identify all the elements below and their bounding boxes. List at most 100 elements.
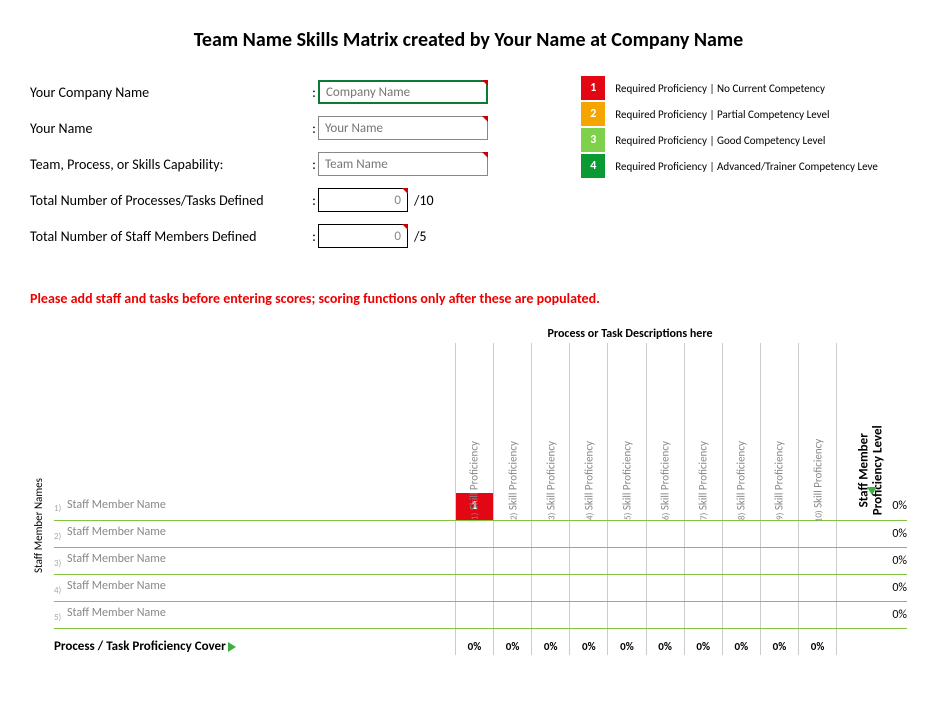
tasks-suffix: /10	[414, 192, 434, 209]
score-cell[interactable]	[760, 601, 798, 628]
skill-column-header[interactable]: 4) Skill Proficiency	[570, 343, 608, 493]
score-cell[interactable]	[799, 601, 837, 628]
skill-column-header[interactable]: 2) Skill Proficiency	[494, 343, 532, 493]
skill-column-header[interactable]: 9) Skill Proficiency	[760, 343, 798, 493]
footer-label: Process / Task Proficiency Cover	[54, 628, 455, 655]
form-column: Your Company Name : Your Name : Team, Pr…	[30, 80, 551, 260]
score-cell[interactable]	[608, 601, 646, 628]
score-cell[interactable]	[494, 574, 532, 601]
score-cell[interactable]	[646, 574, 684, 601]
score-cell[interactable]	[684, 601, 722, 628]
score-cell[interactable]	[722, 574, 760, 601]
score-cell[interactable]	[684, 574, 722, 601]
skill-column-header[interactable]: 6) Skill Proficiency	[646, 343, 684, 493]
score-cell[interactable]	[494, 547, 532, 574]
page-title: Team Name Skills Matrix created by Your …	[30, 28, 907, 52]
company-input[interactable]	[318, 80, 488, 104]
proficiency-level-header: Staff MemberProficiency Level	[837, 343, 907, 493]
column-proficiency-percent: 0%	[494, 628, 532, 655]
score-cell[interactable]	[494, 601, 532, 628]
score-cell[interactable]	[722, 547, 760, 574]
name-label: Your Name	[30, 120, 310, 137]
column-proficiency-percent: 0%	[532, 628, 570, 655]
legend-swatch: 4	[581, 154, 605, 178]
cell-indicator-icon	[482, 116, 488, 122]
score-cell[interactable]	[799, 574, 837, 601]
cell-indicator-icon	[402, 224, 408, 230]
score-cell[interactable]	[570, 547, 608, 574]
score-cell[interactable]	[722, 601, 760, 628]
cell-indicator-icon	[402, 188, 408, 194]
name-input[interactable]	[318, 116, 488, 140]
legend-text: Required Proficiency | No Current Compet…	[615, 82, 825, 95]
staff-row-label[interactable]: 1) Staff Member Name	[54, 493, 455, 520]
row-proficiency-percent: 0%	[837, 601, 907, 628]
score-cell[interactable]	[760, 520, 798, 547]
row-proficiency-percent: 0%	[837, 574, 907, 601]
legend-item: 2 Required Proficiency | Partial Competen…	[581, 102, 907, 126]
company-label: Your Company Name	[30, 84, 310, 101]
legend-text: Required Proficiency | Good Competency L…	[615, 134, 825, 147]
legend-item: 3 Required Proficiency | Good Competency …	[581, 128, 907, 152]
score-cell[interactable]	[760, 547, 798, 574]
score-cell[interactable]	[494, 520, 532, 547]
score-cell[interactable]	[608, 520, 646, 547]
legend-swatch: 3	[581, 128, 605, 152]
staff-count-input[interactable]	[318, 224, 408, 248]
score-cell[interactable]	[532, 601, 570, 628]
score-cell[interactable]	[608, 574, 646, 601]
score-cell[interactable]	[684, 520, 722, 547]
skill-column-header[interactable]: 7) Skill Proficiency	[684, 343, 722, 493]
score-cell[interactable]	[455, 574, 493, 601]
score-cell[interactable]	[608, 547, 646, 574]
skill-column-header[interactable]: 8) Skill Proficiency	[722, 343, 760, 493]
column-proficiency-percent: 0%	[722, 628, 760, 655]
column-proficiency-percent: 0%	[684, 628, 722, 655]
skill-column-header[interactable]: 10) Skill Proficiency	[799, 343, 837, 493]
column-proficiency-percent: 0%	[570, 628, 608, 655]
staff-row-label[interactable]: 5) Staff Member Name	[54, 601, 455, 628]
staff-row-label[interactable]: 4) Staff Member Name	[54, 574, 455, 601]
score-cell[interactable]	[570, 574, 608, 601]
task-descriptions-header: Process or Task Descriptions here	[440, 327, 820, 341]
staff-row-label[interactable]: 2) Staff Member Name	[54, 520, 455, 547]
score-cell[interactable]	[646, 547, 684, 574]
score-cell[interactable]	[532, 520, 570, 547]
score-cell[interactable]	[532, 547, 570, 574]
cell-indicator-icon	[482, 152, 488, 158]
column-proficiency-percent: 0%	[799, 628, 837, 655]
score-cell[interactable]	[532, 574, 570, 601]
skill-column-header[interactable]: 1) Skill Proficiency	[455, 343, 493, 493]
score-cell[interactable]	[570, 601, 608, 628]
skill-column-header[interactable]: 3) Skill Proficiency	[532, 343, 570, 493]
score-cell[interactable]	[722, 520, 760, 547]
score-cell[interactable]	[684, 547, 722, 574]
column-proficiency-percent: 0%	[646, 628, 684, 655]
triangle-right-icon	[228, 642, 236, 652]
score-cell[interactable]	[455, 520, 493, 547]
column-proficiency-percent: 0%	[455, 628, 493, 655]
score-cell[interactable]	[760, 574, 798, 601]
team-input[interactable]	[318, 152, 488, 176]
score-cell[interactable]	[455, 601, 493, 628]
staff-row-label[interactable]: 3) Staff Member Name	[54, 547, 455, 574]
tasks-count-input[interactable]	[318, 188, 408, 212]
column-proficiency-percent: 0%	[608, 628, 646, 655]
score-cell[interactable]	[646, 520, 684, 547]
staff-suffix: /5	[414, 228, 427, 245]
skill-column-header[interactable]: 5) Skill Proficiency	[608, 343, 646, 493]
legend-text: Required Proficiency | Partial Competenc…	[615, 108, 829, 121]
row-proficiency-percent: 0%	[837, 520, 907, 547]
legend-swatch: 1	[581, 76, 605, 100]
skills-matrix-table: 1) Skill Proficiency2) Skill Proficiency…	[54, 343, 907, 655]
score-cell[interactable]	[646, 601, 684, 628]
cell-indicator-icon	[482, 80, 488, 86]
legend-item: 4Required Proficiency | Advanced/Trainer…	[581, 154, 907, 178]
score-cell[interactable]	[455, 547, 493, 574]
score-cell[interactable]	[799, 520, 837, 547]
legend-swatch: 2	[581, 102, 605, 126]
score-cell[interactable]	[799, 547, 837, 574]
score-cell[interactable]	[570, 520, 608, 547]
legend-item: 1 Required Proficiency | No Current Compe…	[581, 76, 907, 100]
team-label: Team, Process, or Skills Capability:	[30, 156, 310, 173]
